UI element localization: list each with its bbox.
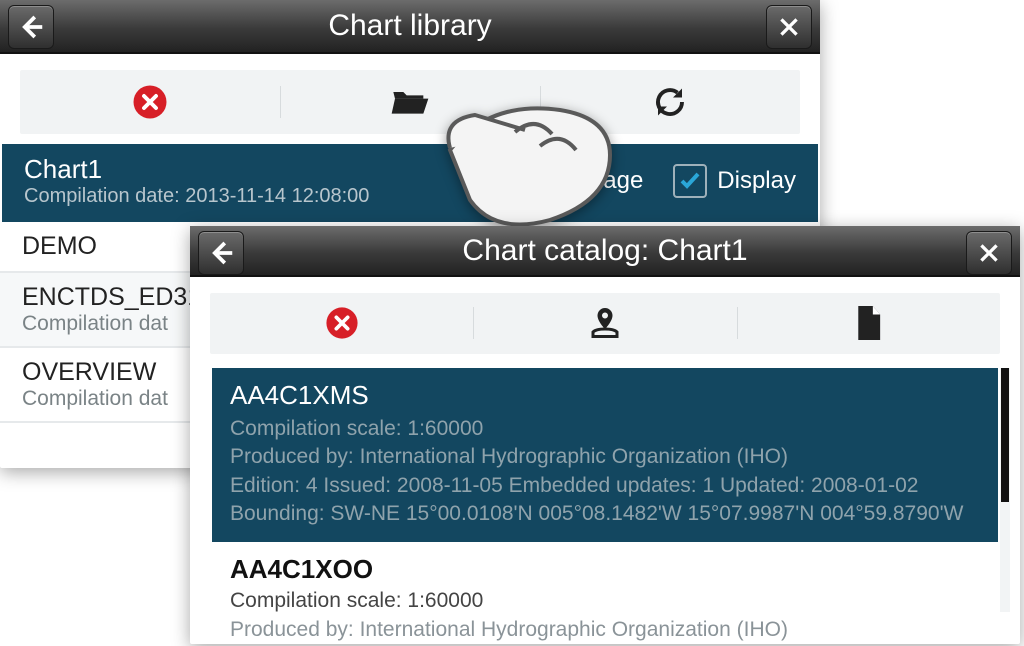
chart-name: Chart1: [24, 154, 369, 185]
catalog-row-selected[interactable]: AA4C1XMS Compilation scale: 1:60000 Prod…: [212, 368, 998, 542]
titlebar: Chart catalog: Chart1: [190, 226, 1020, 277]
window-title: Chart library: [328, 9, 491, 43]
toolbar-open[interactable]: [280, 82, 540, 122]
delete-icon: [325, 306, 359, 340]
window-title: Chart catalog: Chart1: [462, 234, 747, 268]
toolbar-page[interactable]: [737, 303, 1000, 343]
toolbar-locate[interactable]: [473, 303, 736, 343]
back-button[interactable]: [8, 5, 54, 49]
catalog-row[interactable]: AA4C1XOO Compilation scale: 1:60000 Prod…: [212, 542, 998, 644]
toolbar: [20, 70, 800, 134]
display-label: Display: [717, 167, 796, 195]
cell-producer: Produced by: International Hydrographic …: [230, 443, 980, 471]
cell-producer: Produced by: International Hydrographic …: [230, 616, 980, 644]
toolbar-refresh[interactable]: [540, 82, 800, 122]
toolbar-delete[interactable]: [210, 303, 473, 343]
scrollbar-thumb[interactable]: [1001, 368, 1009, 502]
folder-open-icon: [390, 85, 430, 119]
cell-scale: Compilation scale: 1:60000: [230, 415, 980, 443]
cell-name: AA4C1XMS: [230, 378, 980, 413]
chart-row-selected[interactable]: Chart1 Compilation date: 2013-11-14 12:0…: [2, 144, 818, 222]
close-button[interactable]: [966, 231, 1012, 275]
display-checkbox[interactable]: [673, 164, 707, 198]
cell-scale: Compilation scale: 1:60000: [230, 587, 980, 615]
toolbar-delete[interactable]: [20, 82, 280, 122]
map-pin-icon: [587, 305, 623, 341]
chart-subtitle: Compilation date: 2013-11-14 12:08:00: [24, 185, 369, 208]
cell-edition: Edition: 4 Issued: 2008-11-05 Embedded u…: [230, 472, 980, 500]
scrollbar[interactable]: [1000, 368, 1010, 612]
toolbar: [210, 293, 1000, 354]
coverage-label: Coverage: [539, 167, 643, 195]
chart-catalog-window: Chart catalog: Chart1 AA4C1XMS Compilati…: [190, 226, 1020, 644]
refresh-icon: [652, 84, 688, 120]
cell-name: AA4C1XOO: [230, 552, 980, 587]
back-button[interactable]: [198, 231, 244, 275]
titlebar: Chart library: [0, 0, 820, 54]
delete-icon: [132, 84, 168, 120]
close-button[interactable]: [766, 5, 812, 49]
page-icon: [853, 306, 883, 340]
cell-bounding: Bounding: SW-NE 15°00.0108'N 005°08.1482…: [230, 500, 980, 528]
coverage-checkbox[interactable]: [495, 164, 529, 198]
